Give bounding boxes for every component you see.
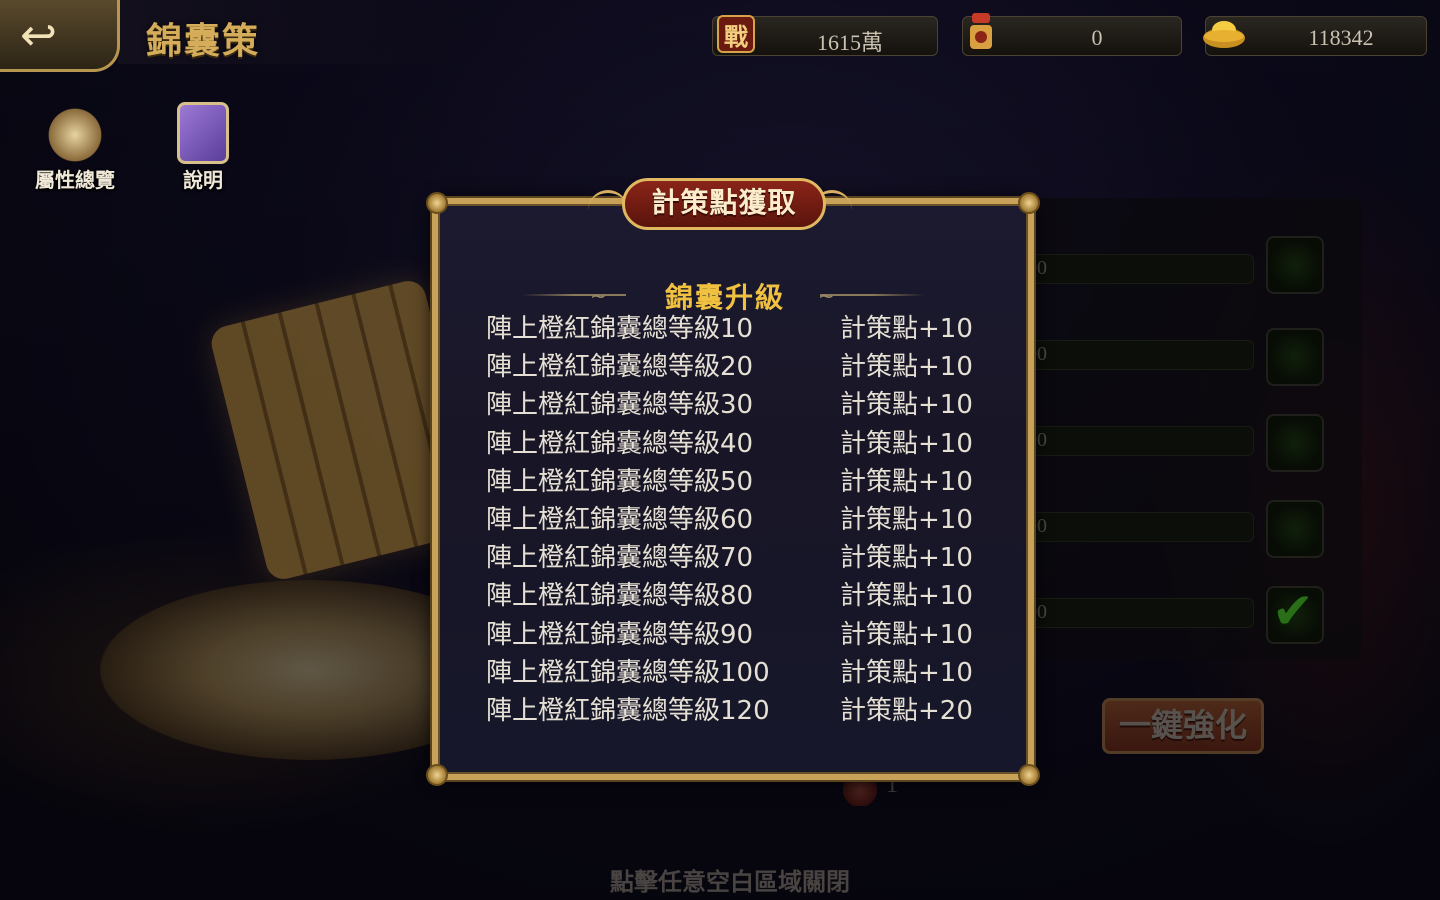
gold-display: 118342 xyxy=(1203,16,1427,56)
condition-text: 陣上橙紅錦囊總等級80 xyxy=(486,581,754,612)
swirl-ornament-icon: ~ xyxy=(818,284,835,308)
reward-text: 計策點+10 xyxy=(840,466,973,497)
list-item: 陣上橙紅錦囊總等級40 計策點+10 xyxy=(486,427,986,465)
list-item: 陣上橙紅錦囊總等級100 計策點+10 xyxy=(486,656,986,694)
token-icon xyxy=(957,9,1005,57)
attributes-overview-button[interactable]: 屬性總覽 xyxy=(20,106,130,196)
top-bar: ↩ 錦囊策 戰 1615萬 0 118342 xyxy=(0,0,1440,72)
reward-text: 計策點+20 xyxy=(840,695,973,726)
reward-text: 計策點+10 xyxy=(840,581,973,612)
condition-text: 陣上橙紅錦囊總等級10 xyxy=(486,314,754,344)
condition-text: 陣上橙紅錦囊總等級90 xyxy=(486,619,754,650)
condition-text: 陣上橙紅錦囊總等級60 xyxy=(486,504,754,535)
list-item: 陣上橙紅錦囊總等級90 計策點+10 xyxy=(486,618,986,656)
page-title: 錦囊策 xyxy=(146,21,261,62)
reward-text: 計策點+10 xyxy=(840,619,973,650)
back-button[interactable]: ↩ xyxy=(0,0,120,72)
list-item: 陣上橙紅錦囊總等級70 計策點+10 xyxy=(486,541,986,579)
reward-text: 計策點+10 xyxy=(840,352,973,383)
condition-text: 陣上橙紅錦囊總等級50 xyxy=(486,466,754,497)
list-item: 陣上橙紅錦囊總等級60 計策點+10 xyxy=(486,503,986,541)
gold-ingot-icon xyxy=(1200,9,1248,57)
divider-right xyxy=(820,294,924,296)
attributes-icon xyxy=(43,106,107,164)
list-item: 陣上橙紅錦囊總等級80 計策點+10 xyxy=(486,579,986,617)
help-label: 說明 xyxy=(183,168,223,192)
list-item: 陣上橙紅錦囊總等級50 計策點+10 xyxy=(486,465,986,503)
list-item: 陣上橙紅錦囊總等級120 計策點+20 xyxy=(486,694,986,732)
corner-ornament xyxy=(1018,764,1040,786)
combat-power-value: 1615萬 xyxy=(816,30,883,55)
corner-ornament xyxy=(426,192,448,214)
help-button[interactable]: 說明 xyxy=(148,102,258,192)
list-item: 陣上橙紅錦囊總等級10 計策點+10 xyxy=(486,312,986,350)
reward-text: 計策點+10 xyxy=(840,543,973,574)
attributes-label: 屬性總覽 xyxy=(35,168,115,192)
section-title: 錦囊升級 xyxy=(664,281,785,314)
back-arrow-icon: ↩ xyxy=(20,10,57,61)
list-item: 陣上橙紅錦囊總等級30 計策點+10 xyxy=(486,388,986,426)
reward-text: 計策點+10 xyxy=(840,504,973,535)
reward-text: 計策點+10 xyxy=(840,657,973,688)
scroll-icon xyxy=(177,102,229,164)
close-hint: 點擊任意空白區域關閉 xyxy=(610,868,850,896)
condition-text: 陣上橙紅錦囊總等級120 xyxy=(486,695,770,726)
combat-power-icon: 戰 xyxy=(717,15,755,53)
gold-value: 118342 xyxy=(1308,25,1374,50)
condition-text: 陣上橙紅錦囊總等級20 xyxy=(486,352,754,383)
reward-list[interactable]: 陣上橙紅錦囊總等級10 計策點+10 陣上橙紅錦囊總等級20 計策點+10 陣上橙紅… xyxy=(486,312,986,736)
condition-text: 陣上橙紅錦囊總等級30 xyxy=(486,390,754,421)
list-item: 陣上橙紅錦囊總等級20 計策點+10 xyxy=(486,350,986,388)
corner-ornament xyxy=(1018,192,1040,214)
token-value: 0 xyxy=(1091,25,1103,50)
condition-text: 陣上橙紅錦囊總等級40 xyxy=(486,428,754,459)
combat-power-display: 戰 1615萬 xyxy=(712,15,938,56)
corner-ornament xyxy=(426,764,448,786)
reward-text: 計策點+10 xyxy=(840,314,973,344)
divider-left xyxy=(522,294,626,296)
swirl-ornament-icon: ~ xyxy=(590,284,607,308)
dialog-title: 計策點獲取 xyxy=(622,178,826,230)
reward-text: 計策點+10 xyxy=(840,390,973,421)
token-display: 0 xyxy=(962,13,1182,56)
condition-text: 陣上橙紅錦囊總等級100 xyxy=(486,657,770,688)
condition-text: 陣上橙紅錦囊總等級70 xyxy=(486,543,754,574)
reward-text: 計策點+10 xyxy=(840,428,973,459)
